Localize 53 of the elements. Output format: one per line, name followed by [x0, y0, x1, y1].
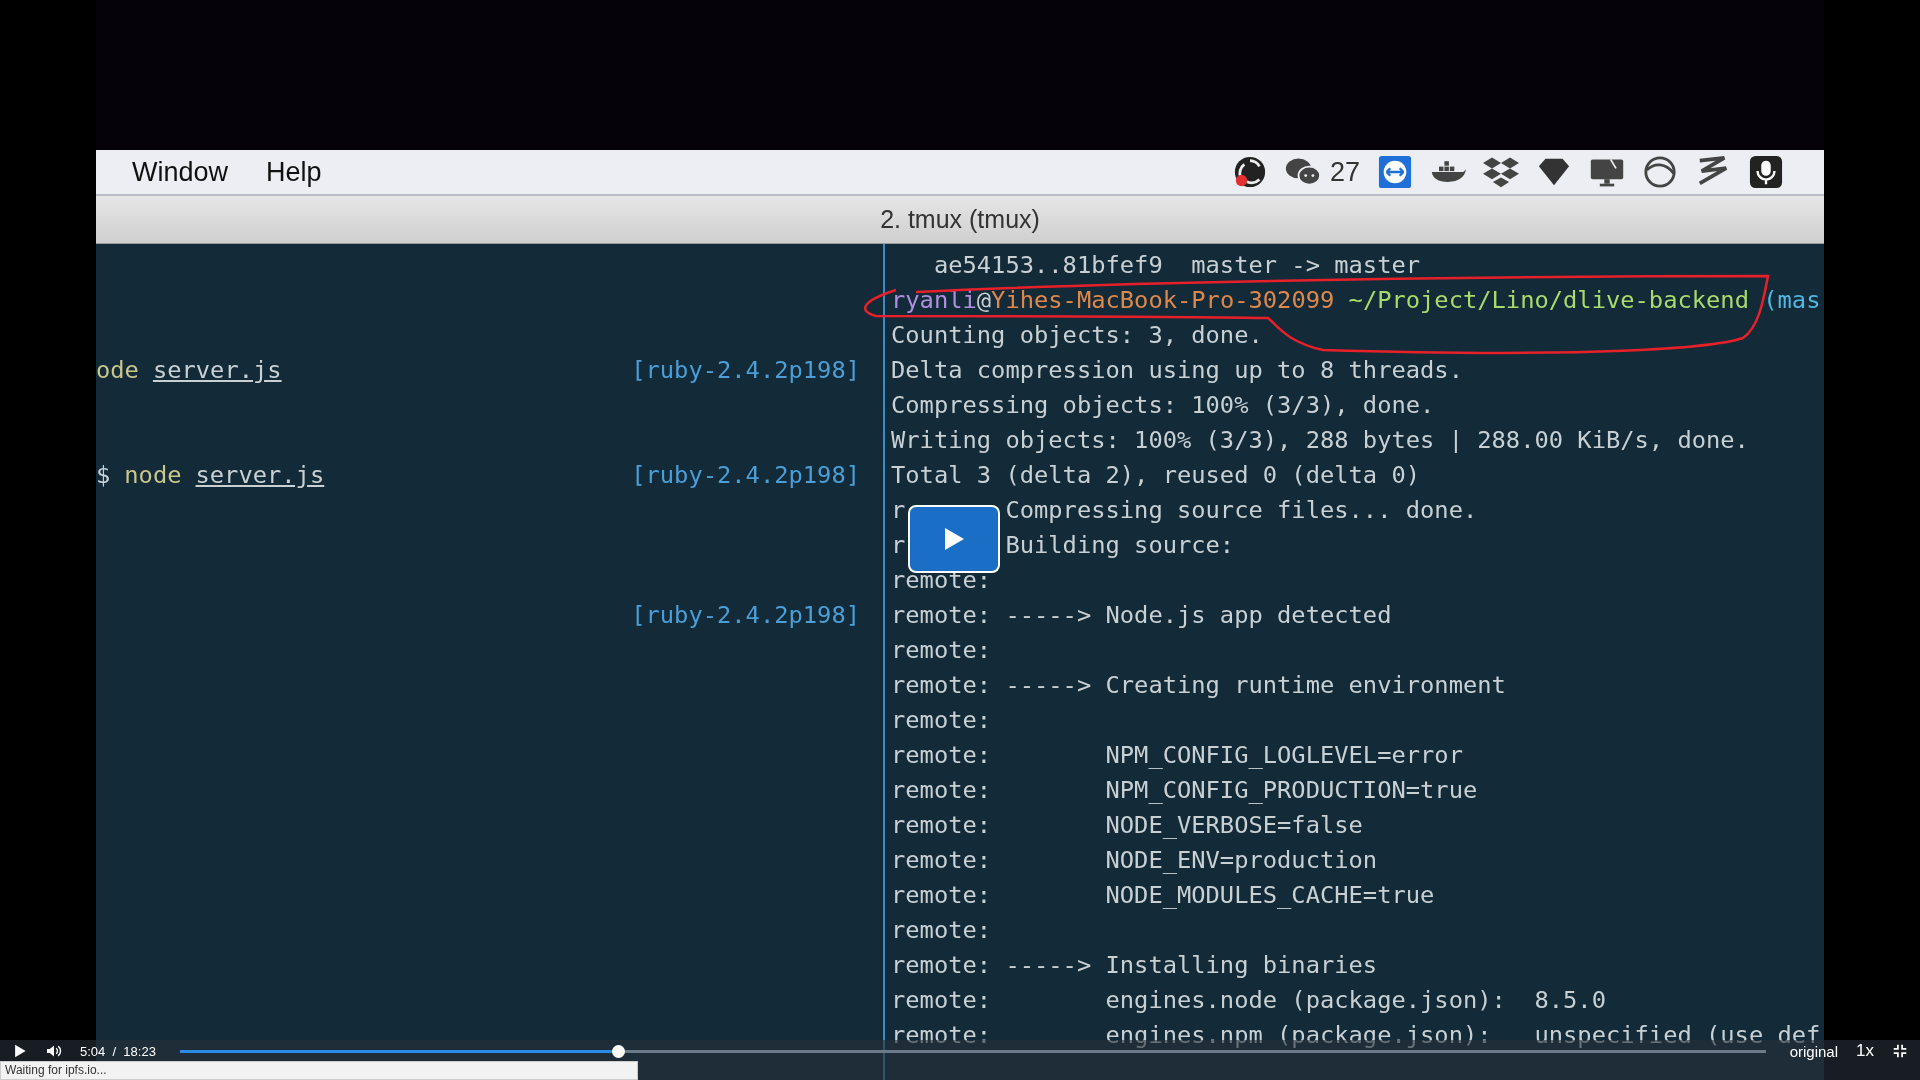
- play-button[interactable]: [908, 505, 1000, 573]
- status-tooltip: Waiting for ipfs.io...: [0, 1061, 638, 1080]
- terminal-line: remote: NODE_MODULES_CACHE=true: [891, 881, 1435, 909]
- speed-label[interactable]: 1x: [1856, 1041, 1874, 1061]
- prompt-text: ryanli: [891, 286, 977, 314]
- terminal-line: remote: NPM_CONFIG_PRODUCTION=true: [891, 776, 1478, 804]
- terminal-line: remote: NODE_ENV=production: [891, 846, 1378, 874]
- menu-item[interactable]: Window: [132, 156, 229, 188]
- terminal-line: remote:: [891, 566, 992, 594]
- ruby-version: [ruby-2.4.2p198]: [631, 460, 860, 491]
- ruby-version: [ruby-2.4.2p198]: [631, 600, 860, 631]
- terminal-line: remote:: [891, 706, 992, 734]
- prompt-text: (mas: [1762, 286, 1821, 314]
- dropbox-icon[interactable]: [1483, 155, 1519, 189]
- terminal-line: Compressing objects: 100% (3/3), done.: [891, 391, 1435, 419]
- terminal-line: r: [891, 496, 906, 524]
- terminal-line: r: [891, 531, 906, 559]
- prompt-text: Yihes-MacBook-Pro-302099: [991, 286, 1335, 314]
- terminal-line: remote: engines.node (package.json): 8.5.0: [891, 986, 1606, 1014]
- command-text: $: [96, 460, 111, 491]
- ruby-version: [ruby-2.4.2p198]: [631, 355, 860, 386]
- terminal-line: Writing objects: 100% (3/3), 288 bytes | 288.00 KiB/s, done.: [891, 426, 1749, 454]
- terminal-line: remote: -----> Node.js app detected: [891, 601, 1392, 629]
- microphone-icon[interactable]: [1748, 155, 1784, 189]
- playback-time: 5:04 / 18:23: [80, 1043, 156, 1059]
- file-path: server.js: [152, 355, 282, 386]
- terminal-line: Delta compression using up to 8 threads.: [891, 356, 1463, 384]
- chat-count: 27: [1329, 156, 1360, 188]
- terminal-line: Counting objects: 3, done.: [891, 321, 1263, 349]
- quality-label[interactable]: original: [1789, 1042, 1839, 1060]
- terminal-line: remote:: [891, 636, 992, 664]
- window-title: 2. tmux (tmux): [880, 205, 1040, 234]
- command-text: ode: [96, 355, 139, 386]
- terminal-line: ae54153..81bfef9 master -> master: [932, 251, 1421, 279]
- terminal-line: Building source:: [1005, 531, 1235, 559]
- play-icon: [943, 527, 965, 551]
- terminal-line: Total 3 (delta 2), reused 0 (delta 0): [891, 461, 1421, 489]
- play-icon[interactable]: [12, 1044, 28, 1058]
- terminal-line: remote: NODE_VERBOSE=false: [891, 811, 1363, 839]
- exit-fullscreen-icon[interactable]: [1892, 1044, 1908, 1058]
- terminal-line: remote: -----> Creating runtime environment: [891, 671, 1506, 699]
- terminal-line: remote: -----> Installing binaries: [891, 951, 1378, 979]
- terminal-line: remote: NPM_CONFIG_LOGLEVEL=error: [891, 741, 1463, 769]
- command-text: node: [124, 460, 182, 491]
- remote-arrows-icon[interactable]: [1377, 155, 1413, 189]
- file-path: server.js: [195, 460, 325, 491]
- prompt-text: ~/Project/Lino/dlive-backend: [1347, 286, 1749, 314]
- circle-icon[interactable]: [1642, 155, 1678, 189]
- prompt-text: @: [976, 286, 992, 314]
- volume-icon[interactable]: [46, 1044, 62, 1058]
- menu-item[interactable]: Help: [266, 156, 322, 188]
- terminal-line: Compressing source files... done.: [1005, 496, 1478, 524]
- terminal-line: remote:: [891, 916, 992, 944]
